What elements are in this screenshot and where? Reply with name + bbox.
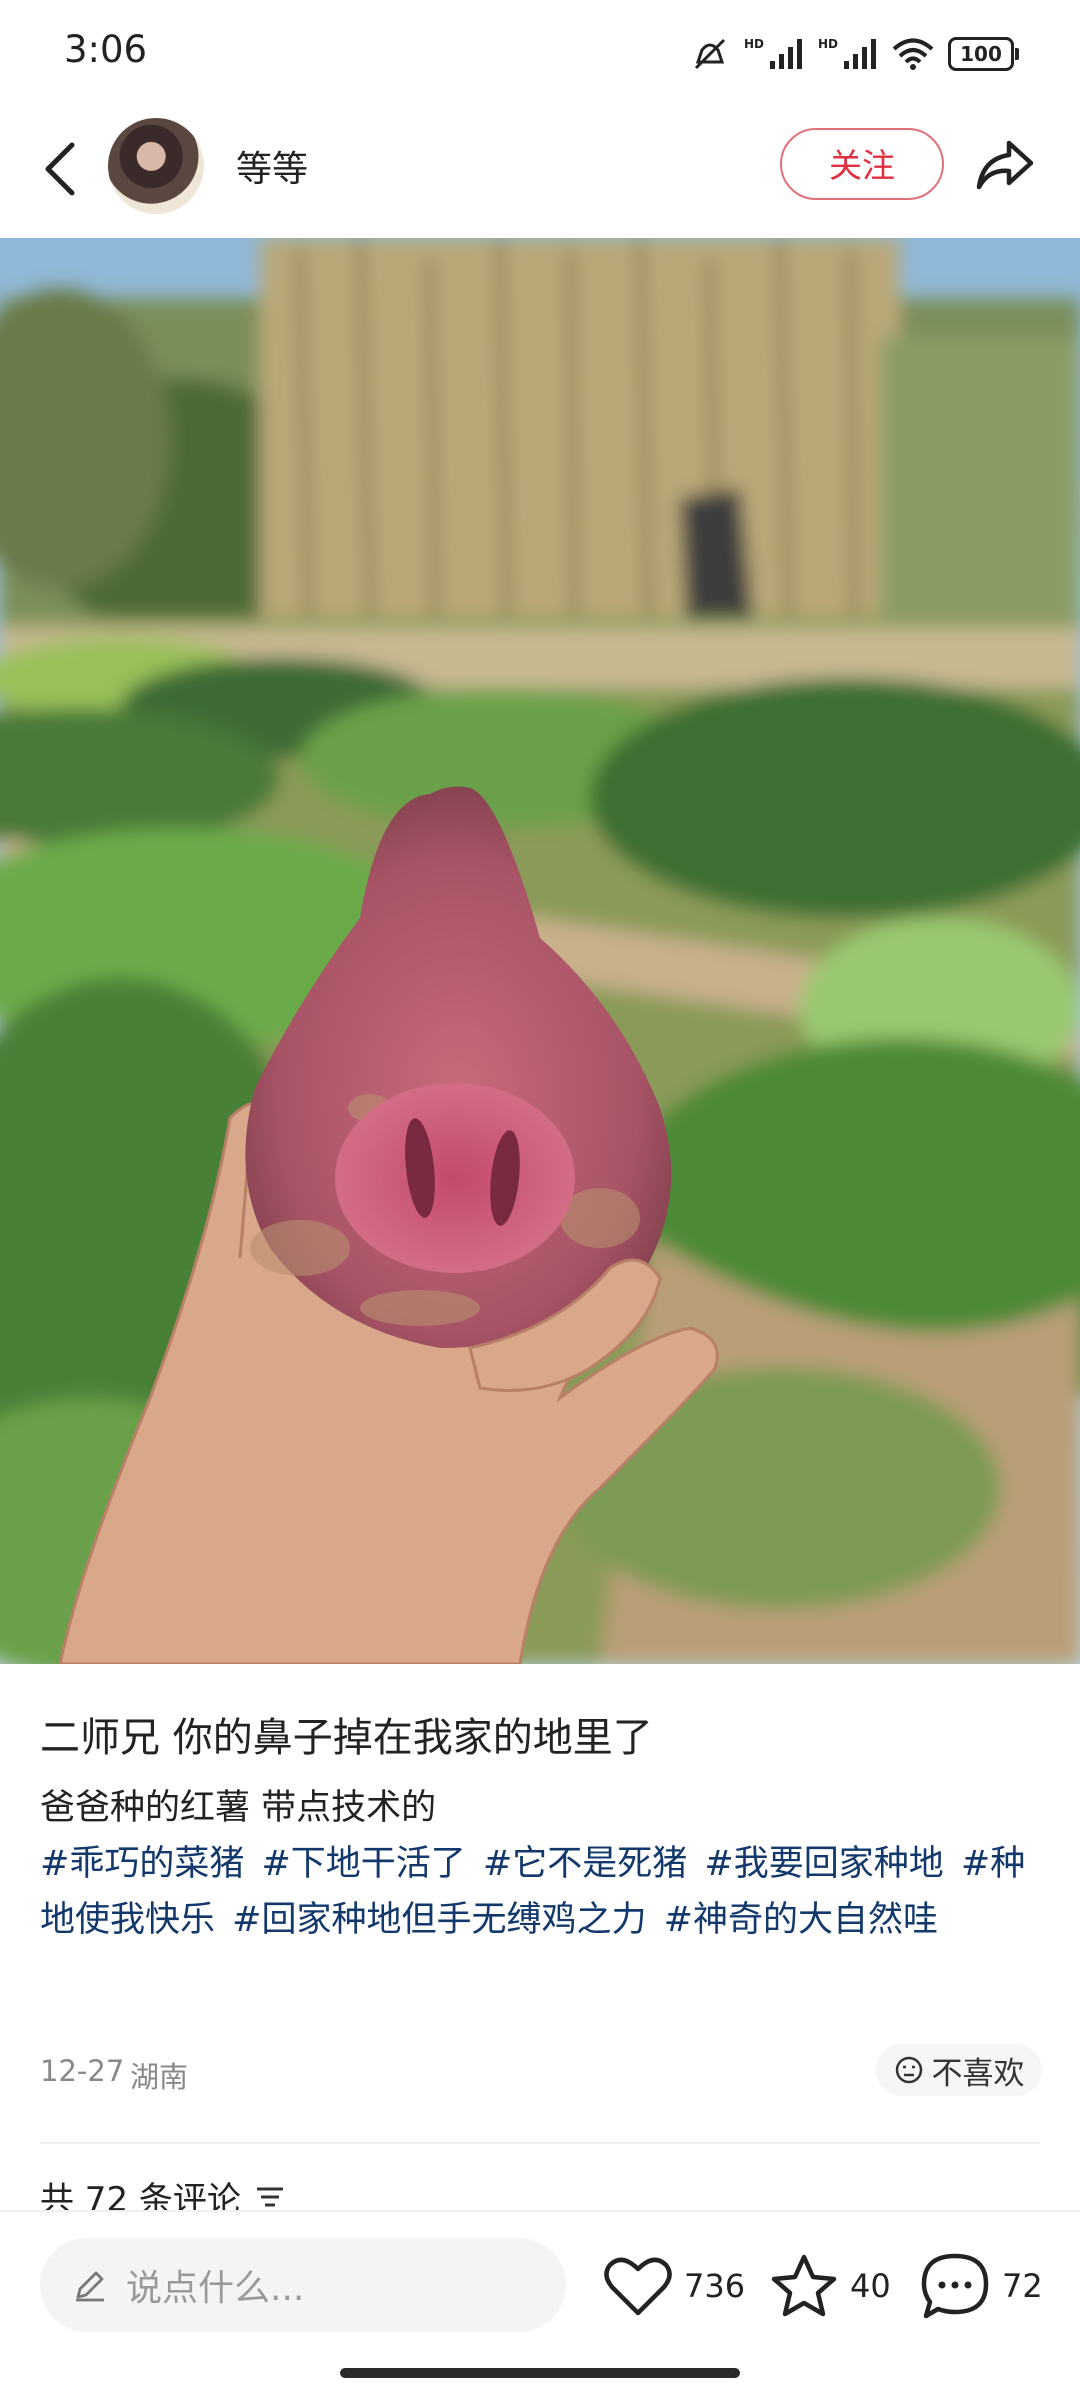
hd-label-1: HD <box>743 37 764 51</box>
signal-icon-1 <box>769 39 802 69</box>
favorite-count: 40 <box>850 2267 891 2305</box>
post-tags: #乖巧的菜猪 #下地干活了 #它不是死猪 #我要回家种地 #种地使我快乐 #回家… <box>40 1836 1040 1948</box>
divider <box>40 2142 1040 2144</box>
like-button[interactable]: 736 <box>604 2248 745 2324</box>
comment-count: 72 <box>1002 2267 1043 2305</box>
back-arrow-icon <box>45 142 75 196</box>
share-icon <box>976 140 1034 190</box>
author-avatar[interactable] <box>108 118 204 214</box>
author-name[interactable]: 等等 <box>236 140 308 192</box>
signal-icon-2 <box>844 39 876 69</box>
like-count: 736 <box>684 2267 746 2305</box>
tag-link[interactable]: #我要回家种地 <box>704 1844 943 1884</box>
tag-link[interactable]: #它不是死猪 <box>483 1844 687 1884</box>
tag-link[interactable]: #神奇的大自然哇 <box>664 1900 938 1940</box>
post-detail-screen: 3:06 HD HD 100 等等 关注 二师兄 你的鼻子掉在我家的地里了 爸爸… <box>0 0 1080 2400</box>
battery-indicator: 100 <box>948 37 1019 71</box>
star-icon <box>771 2254 837 2317</box>
tag-link[interactable]: #乖巧的菜猪 <box>40 1844 244 1884</box>
tag-link[interactable]: #下地干活了 <box>261 1844 465 1884</box>
mute-vibrate-icon <box>694 38 726 70</box>
sort-icon <box>256 2187 283 2206</box>
status-icons: HD HD 100 <box>690 34 1019 74</box>
share-button[interactable] <box>970 130 1040 200</box>
comment-input-placeholder: 说点什么... <box>126 2268 305 2309</box>
post-title: 二师兄 你的鼻子掉在我家的地里了 <box>40 1715 653 1761</box>
status-time: 3:06 <box>64 28 148 71</box>
dislike-button[interactable]: 不喜欢 <box>876 2044 1042 2096</box>
comment-bubble-icon <box>921 2253 989 2319</box>
pen-icon <box>68 2263 112 2307</box>
sweet-potato-photo <box>0 238 1080 1664</box>
post-date: 12-27 <box>40 2054 125 2088</box>
follow-button[interactable]: 关注 <box>780 128 944 200</box>
tag-link[interactable]: #回家种地但手无缚鸡之力 <box>232 1900 646 1940</box>
status-bar: 3:06 HD HD 100 <box>0 0 1080 110</box>
home-indicator[interactable] <box>340 2368 740 2378</box>
heart-icon <box>604 2257 672 2316</box>
hd-label-2: HD <box>817 37 838 51</box>
dislike-face-icon <box>895 2056 922 2084</box>
post-location: 湖南 <box>130 2060 189 2094</box>
wifi-icon <box>892 38 934 70</box>
back-button[interactable] <box>30 134 90 204</box>
dislike-label: 不喜欢 <box>931 2055 1025 2092</box>
post-photo[interactable] <box>0 238 1080 1664</box>
comment-input[interactable]: 说点什么... <box>40 2238 566 2332</box>
favorite-button[interactable]: 40 <box>770 2248 891 2324</box>
comment-button[interactable]: 72 <box>920 2248 1043 2324</box>
post-description: 爸爸种的红薯 带点技术的 <box>40 1788 437 1828</box>
